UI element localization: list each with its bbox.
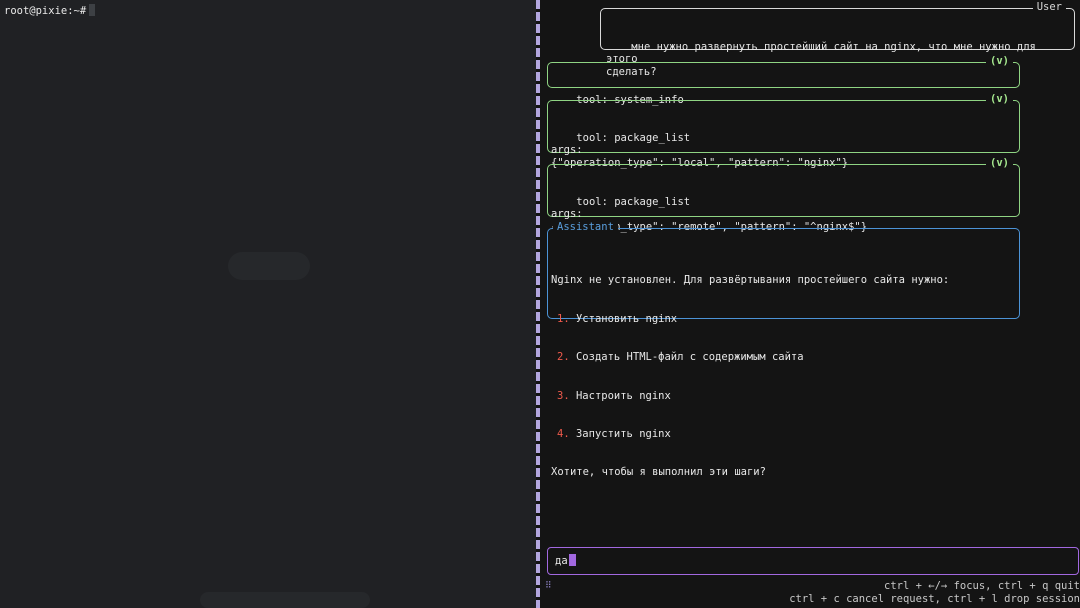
keybinding-hint-cancel-drop: ctrl + c cancel request, ctrl + l drop s…: [789, 593, 1080, 605]
step-text: Запустить nginx: [575, 427, 671, 440]
resize-grip-icon[interactable]: ⠿: [545, 581, 552, 591]
tool-call[interactable]: (v) tool: system_info: [547, 55, 1020, 106]
background-shape: [228, 252, 310, 280]
step-number: 2.: [557, 351, 570, 364]
assistant-outro: Хотите, чтобы я выполнил эти шаги?: [551, 466, 766, 479]
terminal-cursor: [89, 4, 96, 16]
text-cursor: [568, 554, 576, 566]
user-message: User мне нужно развернуть простейший сай…: [600, 1, 1075, 78]
step-number: 1.: [557, 312, 570, 325]
terminal-pane[interactable]: root@pixie:~#: [0, 0, 536, 608]
terminal-prompt[interactable]: root@pixie:~#: [4, 4, 96, 17]
step-text: Установить nginx: [575, 312, 678, 325]
tool-call-status: (v): [986, 55, 1013, 68]
assistant-step: 1. Установить nginx: [551, 313, 1016, 326]
assistant-message-label: Assistant: [553, 221, 618, 234]
pane-divider[interactable]: [536, 0, 540, 608]
assistant-message: Assistant Nginx не установлен. Для развё…: [547, 221, 1020, 478]
prompt-text: root@pixie:~#: [4, 5, 87, 17]
assistant-intro: Nginx не установлен. Для развёртывания п…: [551, 274, 950, 287]
step-text: Создать HTML-файл с содержимым сайта: [575, 351, 804, 364]
background-shape: [200, 592, 370, 608]
step-number: 3.: [557, 389, 570, 402]
chat-pane[interactable]: User мне нужно развернуть простейший сай…: [536, 0, 1080, 608]
message-input-value: да: [555, 555, 568, 567]
tool-call-status: (v): [986, 157, 1013, 170]
assistant-step: 3. Настроить nginx: [551, 390, 1016, 403]
assistant-step: 4. Запустить nginx: [551, 428, 1016, 441]
tool-call[interactable]: (v) tool: package_list args: {"operation…: [547, 157, 1020, 233]
message-input[interactable]: да: [547, 547, 1079, 575]
tool-call[interactable]: (v) tool: package_list args: {"operation…: [547, 93, 1020, 169]
tool-call-status: (v): [986, 93, 1013, 106]
keybinding-hint-focus-quit: ctrl + ←/→ focus, ctrl + q quit: [884, 580, 1080, 592]
user-message-label: User: [1032, 1, 1066, 14]
step-text: Настроить nginx: [575, 389, 671, 402]
step-number: 4.: [557, 427, 570, 440]
assistant-step: 2. Создать HTML-файл с содержимым сайта: [551, 351, 1016, 364]
